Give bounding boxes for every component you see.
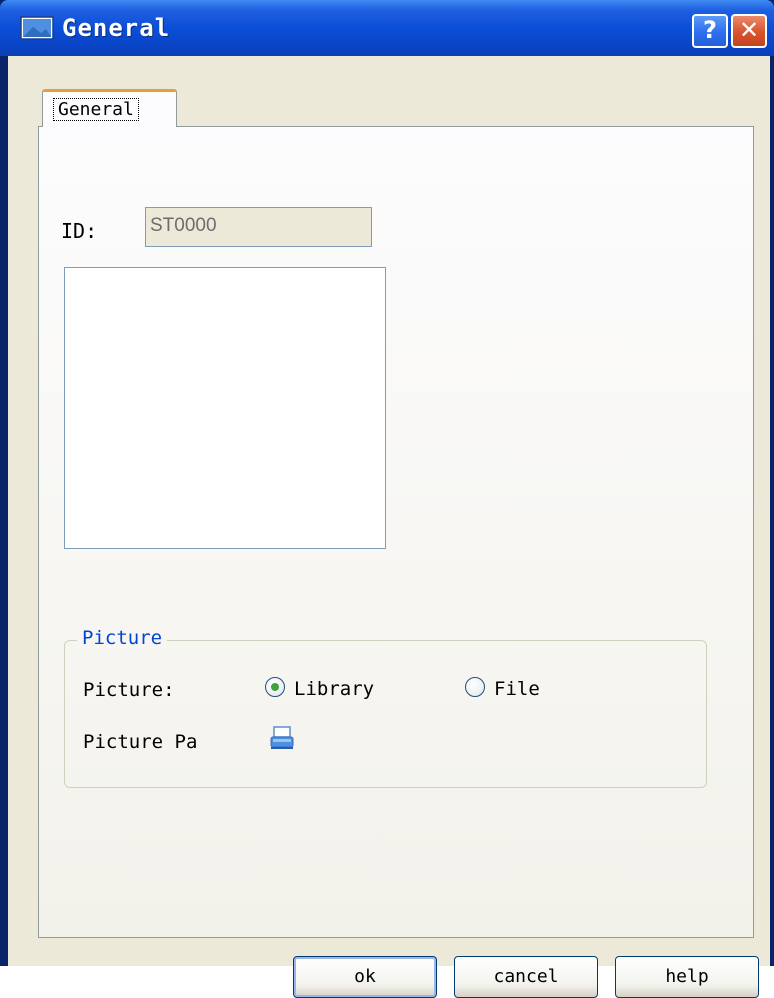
help-title-button[interactable]: ? bbox=[692, 14, 728, 48]
tab-general[interactable]: General bbox=[42, 89, 177, 127]
picture-path-label: Picture Pa bbox=[83, 731, 198, 753]
groupbox-title: Picture bbox=[77, 627, 168, 649]
close-button[interactable]: ✕ bbox=[731, 14, 767, 48]
help-button[interactable]: help bbox=[615, 956, 759, 998]
ok-button[interactable]: ok bbox=[293, 956, 437, 998]
dialog-window: General ? ✕ General ID: ST0000 Picture P… bbox=[0, 0, 774, 998]
dialog-body: General ID: ST0000 Picture Picture: Libr… bbox=[8, 56, 770, 998]
file-radio[interactable] bbox=[465, 677, 485, 697]
app-window-icon bbox=[20, 16, 54, 40]
library-radio-label[interactable]: Library bbox=[294, 678, 374, 700]
cancel-button[interactable]: cancel bbox=[454, 956, 598, 998]
tab-label: General bbox=[53, 98, 139, 121]
picture-source-label: Picture: bbox=[83, 679, 175, 701]
id-field[interactable]: ST0000 bbox=[145, 207, 372, 247]
title-bar[interactable]: General ? ✕ bbox=[0, 0, 774, 56]
folder-browse-icon[interactable] bbox=[269, 725, 295, 751]
tab-panel: ID: ST0000 Picture Picture: Library File… bbox=[38, 126, 754, 938]
window-title: General bbox=[62, 14, 171, 42]
file-radio-label[interactable]: File bbox=[494, 678, 540, 700]
picture-groupbox: Picture Picture: Library File Picture Pa bbox=[64, 627, 707, 788]
id-label: ID: bbox=[61, 219, 98, 243]
library-radio[interactable] bbox=[265, 677, 285, 697]
picture-preview bbox=[64, 267, 386, 549]
